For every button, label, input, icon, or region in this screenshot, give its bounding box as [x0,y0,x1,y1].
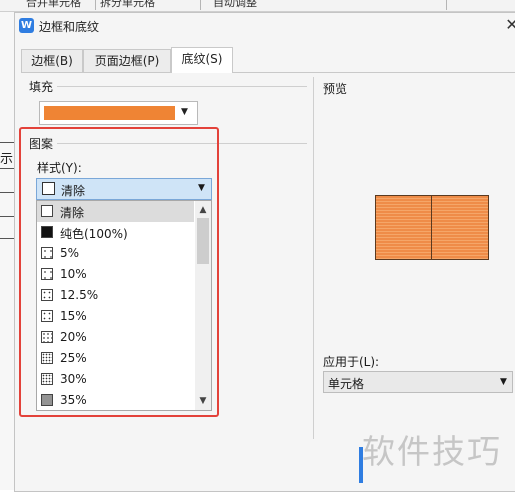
fill-color-dropdown[interactable]: ▼ [39,101,198,125]
preview-table [375,195,489,260]
bg-toolbar-item: 自动调整 [213,0,257,9]
preview-cell [432,196,488,259]
preview-cell [376,196,431,259]
close-button[interactable]: ✕ [503,15,515,35]
apply-to-label: 应用于(L): [323,355,380,369]
tab-page-border[interactable]: 页面边框(P) [83,49,171,72]
background-toolbar: 合并单元格 拆分单元格 自动调整 [0,0,515,12]
dialog-title: 边框和底纹 [39,20,100,34]
fill-group-label: 填充 [29,78,58,95]
wps-writer-icon: W [19,18,34,33]
tab-borders[interactable]: 边框(B) [21,49,83,72]
background-document [0,12,14,490]
bg-cell-text: 示 [0,152,14,167]
fill-color-swatch [44,106,175,120]
apply-to-dropdown[interactable]: 单元格 ▼ [323,371,513,393]
preview-divider-line [313,77,314,439]
annotation-highlight-box [19,127,219,417]
bg-toolbar-item: 拆分单元格 [100,0,155,9]
watermark: 软件技巧 [362,432,502,471]
borders-and-shading-dialog: W 边框和底纹 ✕ 边框(B) 页面边框(P) 底纹(S) 填充 ▼ 图案 样式… [14,12,515,492]
preview-label: 预览 [323,82,348,96]
bg-toolbar-item: 合并单元格 [26,0,81,9]
apply-to-value: 单元格 [328,377,365,391]
tab-panel-border [21,72,515,73]
chevron-down-icon: ▼ [181,107,188,117]
dialog-titlebar: W 边框和底纹 ✕ [15,13,515,39]
tab-shading[interactable]: 底纹(S) [171,47,233,73]
chevron-down-icon: ▼ [500,377,507,387]
